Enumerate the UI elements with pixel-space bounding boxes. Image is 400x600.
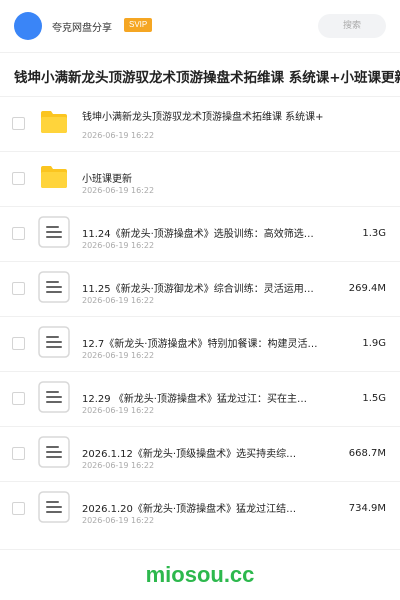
file-size: 1.3G — [362, 228, 386, 239]
list-item[interactable]: 12.7《新龙头·顶游操盘术》特别加餐课：构建灵活… 2026-06-19 16… — [0, 316, 400, 371]
file-name: 11.24《新龙头·顶游操盘术》选股训练：高效筛选… — [82, 229, 314, 240]
list-item[interactable]: 11.24《新龙头·顶游操盘术》选股训练：高效筛选… 2026-06-19 16… — [0, 206, 400, 261]
select-checkbox[interactable] — [12, 172, 25, 185]
file-name: 12.29 《新龙头·顶游操盘术》猛龙过江：买在主… — [82, 394, 307, 405]
list-item[interactable]: 11.25《新龙头·顶游御龙术》综合训练：灵活运用… 2026-06-19 16… — [0, 261, 400, 316]
page-title: 钱坤小满新龙头顶游驭龙术顶游操盘术拓维课 系统课+小班课更新 — [14, 70, 400, 86]
footer-divider — [0, 549, 400, 550]
sharer-name: 夸克网盘分享 — [52, 23, 112, 34]
file-list: 钱坤小满新龙头顶游驭龙术顶游操盘术拓维课 系统课+ 2026-06-19 16:… — [0, 96, 400, 536]
file-date: 2026-06-19 16:22 — [82, 241, 155, 250]
document-icon — [38, 491, 70, 523]
file-name: 2026.1.20《新龙头·顶游操盘术》猛龙过江结… — [82, 504, 297, 515]
search-input[interactable] — [318, 14, 386, 38]
header: 夸克网盘分享 SVIP — [0, 0, 400, 53]
file-size: 269.4M — [348, 283, 386, 294]
file-date: 2026-06-19 16:22 — [82, 351, 155, 360]
list-item[interactable]: 2026.1.12《新龙头·顶级操盘术》选买持卖综… 2026-06-19 16… — [0, 426, 400, 481]
document-icon — [38, 381, 70, 413]
file-size: 1.5G — [362, 393, 386, 404]
select-checkbox[interactable] — [12, 337, 25, 350]
document-icon — [38, 271, 70, 303]
file-name: 小班课更新 — [82, 174, 132, 185]
file-date: 2026-06-19 16:22 — [82, 516, 155, 525]
file-date: 2026-06-19 16:22 — [82, 461, 155, 470]
list-item[interactable]: 小班课更新 2026-06-19 16:22 — [0, 151, 400, 206]
file-date: 2026-06-19 16:22 — [82, 406, 155, 415]
file-name: 11.25《新龙头·顶游御龙术》综合训练：灵活运用… — [82, 284, 314, 295]
folder-icon — [41, 166, 67, 188]
file-size: 734.9M — [348, 503, 386, 514]
select-checkbox[interactable] — [12, 392, 25, 405]
file-name: 12.7《新龙头·顶游操盘术》特别加餐课：构建灵活… — [82, 339, 318, 350]
document-icon — [38, 436, 70, 468]
file-date: 2026-06-19 16:22 — [82, 186, 155, 195]
footer-brand: miosou.cc — [145, 562, 255, 587]
select-checkbox[interactable] — [12, 117, 25, 130]
select-checkbox[interactable] — [12, 447, 25, 460]
list-item[interactable]: 钱坤小满新龙头顶游驭龙术顶游操盘术拓维课 系统课+ 2026-06-19 16:… — [0, 96, 400, 151]
select-checkbox[interactable] — [12, 227, 25, 240]
avatar[interactable] — [14, 12, 42, 40]
list-item[interactable]: 2026.1.20《新龙头·顶游操盘术》猛龙过江结… 2026-06-19 16… — [0, 481, 400, 536]
file-name: 2026.1.12《新龙头·顶级操盘术》选买持卖综… — [82, 449, 297, 460]
file-date: 2026-06-19 16:22 — [82, 296, 155, 305]
document-icon — [38, 326, 70, 358]
svip-badge: SVIP — [124, 18, 153, 32]
select-checkbox[interactable] — [12, 282, 25, 295]
folder-icon — [41, 111, 67, 133]
file-size: 668.7M — [348, 448, 386, 459]
list-item[interactable]: 12.29 《新龙头·顶游操盘术》猛龙过江：买在主… 2026-06-19 16… — [0, 371, 400, 426]
select-checkbox[interactable] — [12, 502, 25, 515]
document-icon — [38, 216, 70, 248]
file-date: 2026-06-19 16:22 — [82, 131, 155, 140]
file-size: 1.9G — [362, 338, 386, 349]
